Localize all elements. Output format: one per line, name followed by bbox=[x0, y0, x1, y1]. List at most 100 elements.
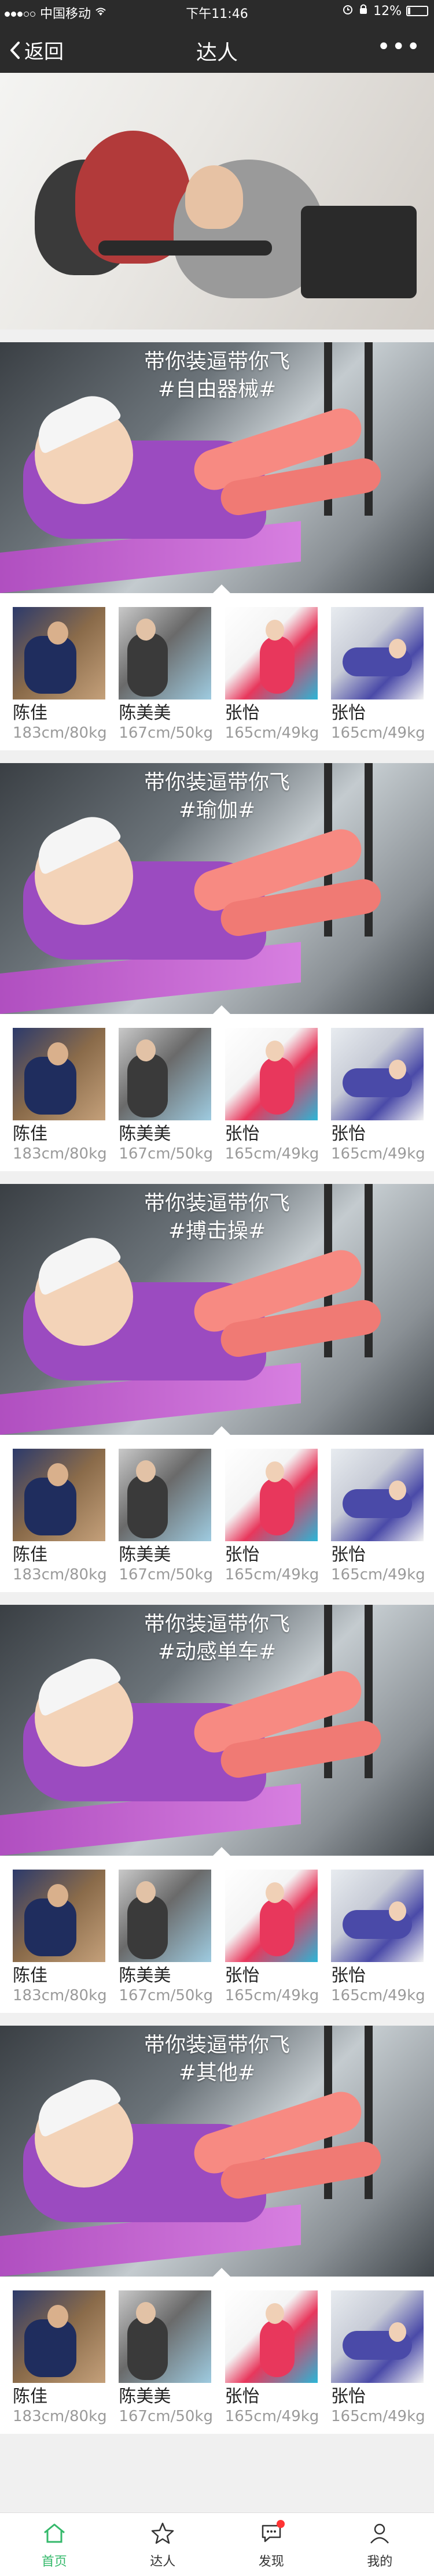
category-section: 带你装逼带你飞 #搏击操# 陈佳 183cm/80kg 陈美美 167cm/50… bbox=[0, 1184, 434, 1592]
category-banner[interactable]: 带你装逼带你飞 #搏击操# bbox=[0, 1184, 434, 1435]
avatar-figure-head bbox=[47, 1884, 68, 1907]
avatar-figure bbox=[259, 2319, 295, 2377]
expert-card[interactable]: 张怡 165cm/49kg bbox=[225, 1870, 322, 2005]
expert-card[interactable]: 张怡 165cm/49kg bbox=[330, 607, 428, 742]
expert-avatar bbox=[119, 2290, 212, 2383]
expert-card[interactable]: 张怡 165cm/49kg bbox=[330, 1449, 428, 1584]
expert-card[interactable]: 张怡 165cm/49kg bbox=[225, 607, 322, 742]
expert-card[interactable]: 陈佳 183cm/80kg bbox=[13, 2290, 110, 2426]
expert-list: 陈佳 183cm/80kg 陈美美 167cm/50kg 张怡 165cm/49… bbox=[0, 1435, 434, 1592]
expert-card[interactable]: 陈佳 183cm/80kg bbox=[13, 1028, 110, 1163]
expert-stats: 165cm/49kg bbox=[330, 1566, 425, 1583]
expert-card[interactable]: 张怡 165cm/49kg bbox=[225, 1028, 322, 1163]
tab-discover-label: 发现 bbox=[258, 2555, 284, 2569]
avatar-figure bbox=[127, 1896, 168, 1959]
avatar-figure bbox=[24, 636, 76, 694]
battery-icon bbox=[406, 6, 428, 16]
expert-name: 张怡 bbox=[225, 703, 260, 723]
banner-notch bbox=[212, 584, 231, 593]
category-banner[interactable]: 带你装逼带你飞 #自由器械# bbox=[0, 342, 434, 593]
expert-avatar bbox=[119, 1028, 212, 1120]
battery-fill bbox=[408, 8, 410, 14]
expert-avatar bbox=[119, 607, 212, 699]
expert-card[interactable]: 张怡 165cm/49kg bbox=[225, 2290, 322, 2426]
avatar-figure-head bbox=[47, 1042, 68, 1065]
expert-list: 陈佳 183cm/80kg 陈美美 167cm/50kg 张怡 165cm/49… bbox=[0, 593, 434, 750]
tab-experts-label: 达人 bbox=[150, 2555, 176, 2569]
tab-experts[interactable]: 达人 bbox=[109, 2513, 218, 2576]
expert-stats: 165cm/49kg bbox=[225, 1987, 319, 2004]
avatar-figure bbox=[259, 1057, 295, 1115]
home-icon bbox=[43, 2523, 65, 2543]
category-section: 带你装逼带你飞 #瑜伽# 陈佳 183cm/80kg 陈美美 167cm/50k… bbox=[0, 763, 434, 1171]
tab-mine[interactable]: 我的 bbox=[326, 2513, 434, 2576]
expert-avatar bbox=[119, 1449, 212, 1541]
expert-card[interactable]: 陈美美 167cm/50kg bbox=[119, 607, 216, 742]
expert-card[interactable]: 陈美美 167cm/50kg bbox=[119, 1028, 216, 1163]
expert-avatar bbox=[13, 607, 105, 699]
expert-card[interactable]: 张怡 165cm/49kg bbox=[330, 1870, 428, 2005]
expert-card[interactable]: 陈美美 167cm/50kg bbox=[119, 1870, 216, 2005]
expert-list: 陈佳 183cm/80kg 陈美美 167cm/50kg 张怡 165cm/49… bbox=[0, 1856, 434, 2013]
notification-dot bbox=[277, 2520, 285, 2528]
expert-stats: 167cm/50kg bbox=[119, 1145, 213, 1163]
avatar-figure bbox=[127, 1054, 168, 1117]
expert-avatar bbox=[13, 1449, 105, 1541]
expert-card[interactable]: 张怡 165cm/49kg bbox=[330, 1028, 428, 1163]
expert-stats: 167cm/50kg bbox=[119, 1987, 213, 2004]
expert-avatar bbox=[13, 1870, 105, 1962]
tab-discover[interactable]: 发现 bbox=[217, 2513, 326, 2576]
avatar-figure-head bbox=[388, 1901, 406, 1921]
expert-avatar bbox=[13, 2290, 105, 2383]
banner-slogan: 带你装逼带你飞 bbox=[144, 1612, 290, 1636]
expert-card[interactable]: 张怡 165cm/49kg bbox=[330, 2290, 428, 2426]
avatar-figure bbox=[259, 1478, 295, 1535]
avatar-figure-head bbox=[388, 2322, 406, 2342]
star-icon bbox=[152, 2522, 174, 2544]
expert-card[interactable]: 张怡 165cm/49kg bbox=[225, 1449, 322, 1584]
expert-name: 陈美美 bbox=[119, 2386, 171, 2407]
banner-slogan: 带你装逼带你飞 bbox=[144, 350, 290, 373]
category-banner[interactable]: 带你装逼带你飞 #其他# bbox=[0, 2026, 434, 2277]
expert-stats: 165cm/49kg bbox=[225, 724, 319, 742]
expert-avatar bbox=[225, 607, 318, 699]
expert-name: 张怡 bbox=[225, 1124, 260, 1144]
avatar-figure bbox=[24, 1057, 76, 1115]
hero-bike-handle bbox=[98, 240, 272, 256]
more-button[interactable]: ••• bbox=[377, 34, 421, 60]
expert-name: 陈佳 bbox=[13, 1545, 47, 1565]
expert-card[interactable]: 陈佳 183cm/80kg bbox=[13, 1449, 110, 1584]
category-banner[interactable]: 带你装逼带你飞 #瑜伽# bbox=[0, 763, 434, 1014]
expert-card[interactable]: 陈美美 167cm/50kg bbox=[119, 2290, 216, 2426]
expert-card[interactable]: 陈佳 183cm/80kg bbox=[13, 1870, 110, 2005]
banner-notch bbox=[212, 1426, 231, 1435]
expert-name: 张怡 bbox=[330, 1124, 366, 1144]
expert-avatar bbox=[330, 607, 424, 699]
hero-bike bbox=[301, 206, 417, 298]
tab-home[interactable]: 首页 bbox=[0, 2513, 109, 2576]
expert-avatar bbox=[330, 1870, 424, 1962]
expert-name: 陈佳 bbox=[13, 1966, 47, 1986]
avatar-figure bbox=[24, 2319, 76, 2377]
nav-bar: 返回 达人 ••• bbox=[0, 23, 434, 73]
expert-name: 陈美美 bbox=[119, 703, 171, 723]
avatar-figure-head bbox=[47, 1463, 68, 1486]
expert-stats: 165cm/49kg bbox=[330, 2408, 425, 2425]
banner-notch bbox=[212, 1847, 231, 1856]
expert-stats: 183cm/80kg bbox=[13, 1987, 107, 2004]
tab-mine-label: 我的 bbox=[367, 2555, 393, 2569]
expert-avatar bbox=[225, 1870, 318, 1962]
avatar-figure bbox=[127, 633, 168, 697]
expert-name: 张怡 bbox=[330, 2386, 366, 2407]
expert-card[interactable]: 陈佳 183cm/80kg bbox=[13, 607, 110, 742]
banner-caption: 带你装逼带你飞 #搏击操# bbox=[0, 1190, 434, 1245]
avatar-figure bbox=[127, 1475, 168, 1538]
expert-name: 陈佳 bbox=[13, 2386, 47, 2407]
tab-bar: 首页 达人 发现 我的 bbox=[0, 2512, 434, 2576]
expert-stats: 167cm/50kg bbox=[119, 1566, 213, 1583]
expert-card[interactable]: 陈美美 167cm/50kg bbox=[119, 1449, 216, 1584]
category-banner[interactable]: 带你装逼带你飞 #动感单车# bbox=[0, 1605, 434, 1856]
expert-list: 陈佳 183cm/80kg 陈美美 167cm/50kg 张怡 165cm/49… bbox=[0, 1014, 434, 1171]
expert-name: 陈美美 bbox=[119, 1124, 171, 1144]
expert-stats: 183cm/80kg bbox=[13, 2408, 107, 2425]
